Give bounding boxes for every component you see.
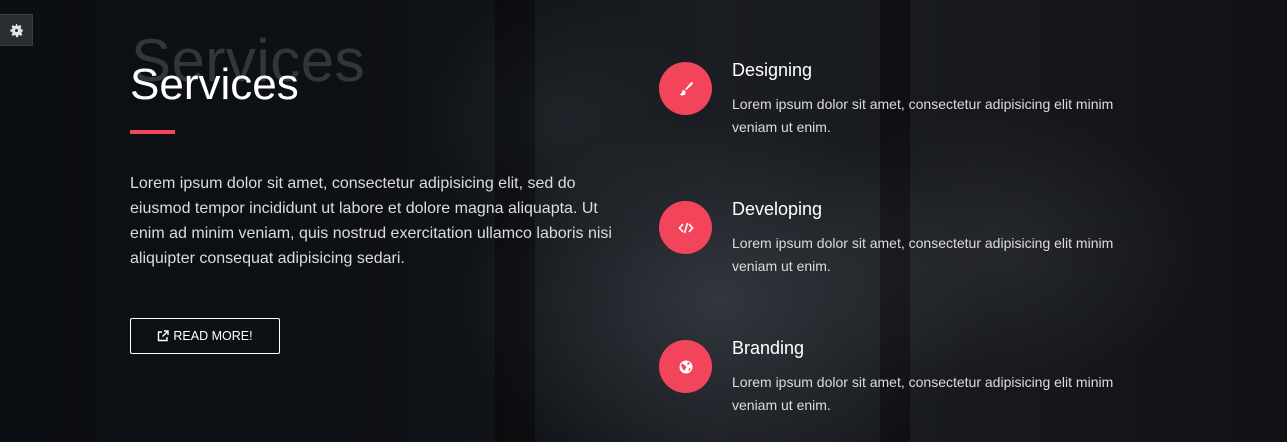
service-title: Branding: [732, 338, 805, 358]
section-title: Services: [130, 60, 299, 109]
title-underline: [130, 130, 175, 134]
service-title: Designing: [732, 60, 813, 80]
section-intro-text: Lorem ipsum dolor sit amet, consectetur …: [130, 175, 612, 267]
service-icon-circle: [659, 201, 712, 254]
external-link-icon: [158, 330, 170, 342]
service-description: Lorem ipsum dolor sit amet, consectetur …: [732, 235, 1114, 274]
read-more-button[interactable]: READ MORE!: [130, 318, 280, 354]
read-more-label: READ MORE!: [173, 329, 253, 343]
service-icon-circle: [659, 62, 712, 115]
code-icon: [677, 222, 694, 233]
service-description: Lorem ipsum dolor sit amet, consectetur …: [732, 374, 1114, 413]
globe-icon: [679, 360, 692, 373]
gear-icon: [9, 23, 23, 37]
paintbrush-icon: [679, 81, 693, 95]
service-title: Developing: [732, 199, 823, 219]
settings-toggle-button[interactable]: [0, 14, 33, 46]
service-icon-circle: [659, 340, 712, 393]
service-description: Lorem ipsum dolor sit amet, consectetur …: [732, 96, 1114, 135]
